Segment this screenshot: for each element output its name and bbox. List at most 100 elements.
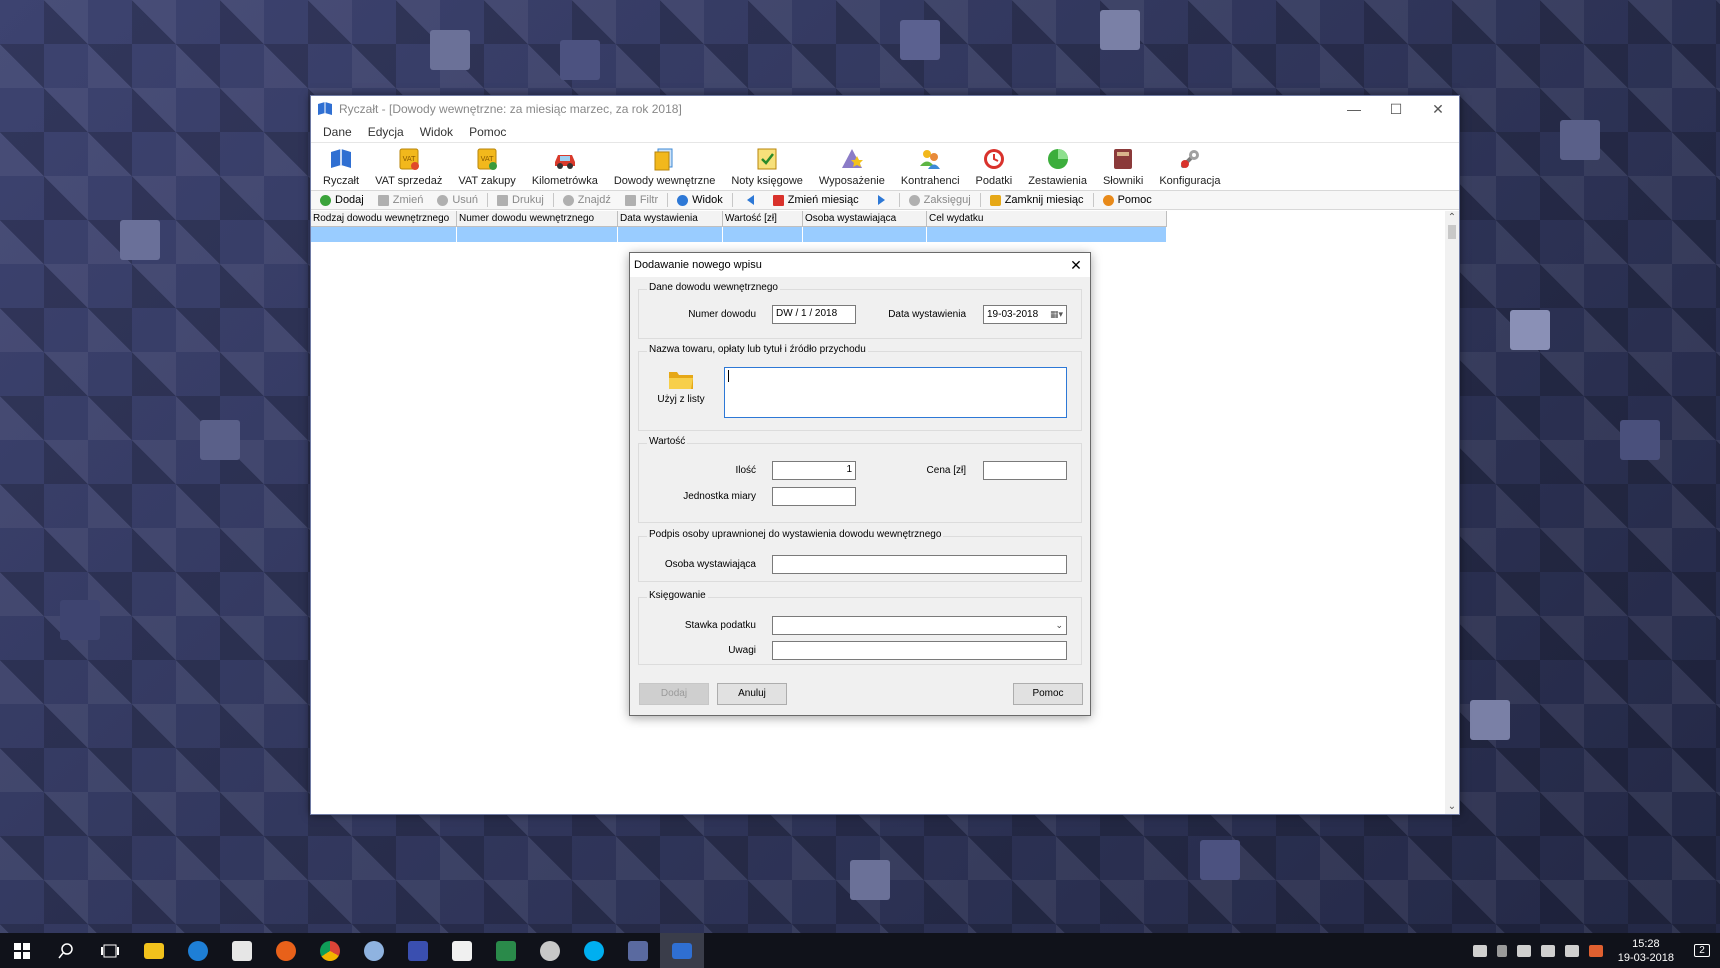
dialog-title: Dodawanie nowego wpisu: [634, 259, 762, 271]
toolbar-zestawienia-button[interactable]: Zestawienia: [1020, 146, 1095, 190]
column-header[interactable]: Cel wydatku: [927, 211, 1167, 227]
taskbar-app-paint[interactable]: [528, 933, 572, 968]
unit-field[interactable]: [772, 487, 856, 506]
toolbar-ryczalt-button[interactable]: Ryczałt: [315, 146, 367, 190]
column-header[interactable]: Numer dowodu wewnętrznego: [457, 211, 618, 227]
dictionary-icon: [1114, 149, 1133, 169]
filter-icon: [624, 194, 636, 206]
vat-sale-icon: VAT: [399, 148, 419, 170]
network-alert-icon[interactable]: [1588, 944, 1603, 957]
separator: [898, 193, 900, 207]
dialog-close-icon[interactable]: ✕: [1062, 257, 1090, 274]
quantity-field[interactable]: 1: [772, 461, 856, 480]
taskbar-firefox[interactable]: [264, 933, 308, 968]
taskbar-search-button[interactable]: [44, 933, 88, 968]
column-header[interactable]: Data wystawienia: [618, 211, 723, 227]
filter-button[interactable]: Filtr: [618, 194, 665, 206]
minimize-button[interactable]: —: [1333, 96, 1375, 122]
find-button[interactable]: Znajdź: [556, 194, 618, 206]
battery-icon[interactable]: [1516, 944, 1531, 957]
toolbar-dowody-wewnetrzne-button[interactable]: Dowody wewnętrzne: [606, 146, 724, 190]
scroll-down-icon[interactable]: ⌄: [1445, 800, 1459, 814]
taskbar-file-explorer[interactable]: [132, 933, 176, 968]
column-header[interactable]: Wartość [zł]: [723, 211, 803, 227]
toolbar-slowniki-button[interactable]: Słowniki: [1095, 146, 1151, 190]
taskbar-edge[interactable]: [176, 933, 220, 968]
people-icon[interactable]: [1472, 944, 1487, 957]
dialog-help-button[interactable]: Pomoc: [1013, 683, 1083, 705]
dialog-titlebar[interactable]: Dodawanie nowego wpisu ✕: [630, 253, 1090, 277]
vertical-scrollbar[interactable]: ⌃ ⌄: [1445, 211, 1459, 814]
notes-field[interactable]: [772, 641, 1067, 660]
add-button[interactable]: Dodaj: [313, 194, 371, 206]
close-window-button[interactable]: ✕: [1417, 96, 1459, 122]
volume-icon[interactable]: [1564, 944, 1579, 957]
toolbar-vat-sprzedaz-button[interactable]: VAT VAT sprzedaż: [367, 146, 450, 190]
quantity-label: Ilość: [735, 465, 756, 476]
print-button[interactable]: Drukuj: [490, 194, 551, 206]
column-header[interactable]: Osoba wystawiająca: [803, 211, 927, 227]
menu-widok[interactable]: Widok: [412, 125, 461, 139]
taskbar-store[interactable]: [220, 933, 264, 968]
taskbar-app-chart[interactable]: [440, 933, 484, 968]
menu-dane[interactable]: Dane: [315, 125, 360, 139]
book-entry-button[interactable]: Zaksięguj: [902, 194, 978, 206]
issuer-field[interactable]: [772, 555, 1067, 574]
menu-pomoc[interactable]: Pomoc: [461, 125, 514, 139]
chevron-up-icon[interactable]: [1496, 944, 1507, 957]
toolbar-konfiguracja-button[interactable]: Konfiguracja: [1151, 146, 1228, 190]
window-titlebar[interactable]: Ryczałt - [Dowody wewnętrzne: za miesiąc…: [311, 96, 1459, 122]
calendar-icon: [772, 194, 784, 206]
book-entry-icon: [908, 194, 920, 206]
toolbar-podatki-button[interactable]: Podatki: [968, 146, 1021, 190]
view-button[interactable]: Widok: [670, 194, 730, 206]
taskbar-app-s[interactable]: [484, 933, 528, 968]
menu-edycja[interactable]: Edycja: [360, 125, 412, 139]
taskbar-chrome[interactable]: [308, 933, 352, 968]
tax-rate-select[interactable]: ⌄: [772, 616, 1067, 635]
doc-number-field[interactable]: DW / 1 / 2018: [772, 305, 856, 324]
toolbar-vat-zakupy-button[interactable]: VAT VAT zakupy: [450, 146, 523, 190]
change-month-button[interactable]: Zmień miesiąc: [766, 194, 866, 206]
edit-button[interactable]: Zmień: [371, 194, 431, 206]
store-icon: [232, 940, 252, 961]
maximize-button[interactable]: ☐: [1375, 96, 1417, 122]
toolbar-kilometrowka-button[interactable]: Kilometrówka: [524, 146, 606, 190]
taskbar-app-save[interactable]: [396, 933, 440, 968]
table-row[interactable]: [311, 227, 1459, 242]
toolbar-noty-ksiegowe-button[interactable]: Noty księgowe: [723, 146, 811, 190]
taskbar: 15:28 19-03-2018 2: [0, 933, 1720, 968]
taskbar-app-globe[interactable]: [352, 933, 396, 968]
help-button[interactable]: Pomoc: [1096, 194, 1159, 206]
book-icon: [331, 149, 352, 168]
use-list-button[interactable]: Użyj z listy: [652, 367, 710, 417]
price-field[interactable]: [983, 461, 1067, 480]
previous-month-icon[interactable]: [746, 195, 754, 205]
clock[interactable]: 15:28 19-03-2018: [1608, 937, 1684, 965]
table-cell: [723, 227, 803, 242]
taskbar-ryczalt[interactable]: [660, 933, 704, 968]
close-month-button[interactable]: Zamknij miesiąc: [983, 194, 1091, 206]
toolbar-wyposazenie-button[interactable]: Wyposażenie: [811, 146, 893, 190]
taskbar-app-compass[interactable]: [616, 933, 660, 968]
start-button[interactable]: [0, 933, 44, 968]
delete-button[interactable]: Usuń: [430, 194, 485, 206]
calendar-dropdown-icon[interactable]: ▦▾: [1050, 309, 1063, 320]
firefox-icon: [276, 940, 296, 961]
delete-icon: [437, 194, 449, 206]
dialog-add-button[interactable]: Dodaj: [639, 683, 709, 705]
task-view-button[interactable]: [88, 933, 132, 968]
notifications-button[interactable]: 2: [1684, 933, 1720, 968]
next-month-icon[interactable]: [877, 195, 885, 205]
scroll-thumb[interactable]: [1448, 225, 1456, 239]
wifi-icon[interactable]: [1540, 944, 1555, 957]
issue-date-picker[interactable]: 19-03-2018 ▦▾: [983, 305, 1067, 324]
folder-icon: [144, 942, 164, 959]
column-header[interactable]: Rodzaj dowodu wewnętrznego: [311, 211, 457, 227]
dialog-cancel-button[interactable]: Anuluj: [717, 683, 787, 705]
taskbar-skype[interactable]: [572, 933, 616, 968]
tax-rate-label: Stawka podatku: [684, 620, 756, 631]
scroll-up-icon[interactable]: ⌃: [1445, 211, 1459, 225]
item-name-textarea[interactable]: [724, 367, 1067, 418]
toolbar-kontrahenci-button[interactable]: Kontrahenci: [893, 146, 968, 190]
